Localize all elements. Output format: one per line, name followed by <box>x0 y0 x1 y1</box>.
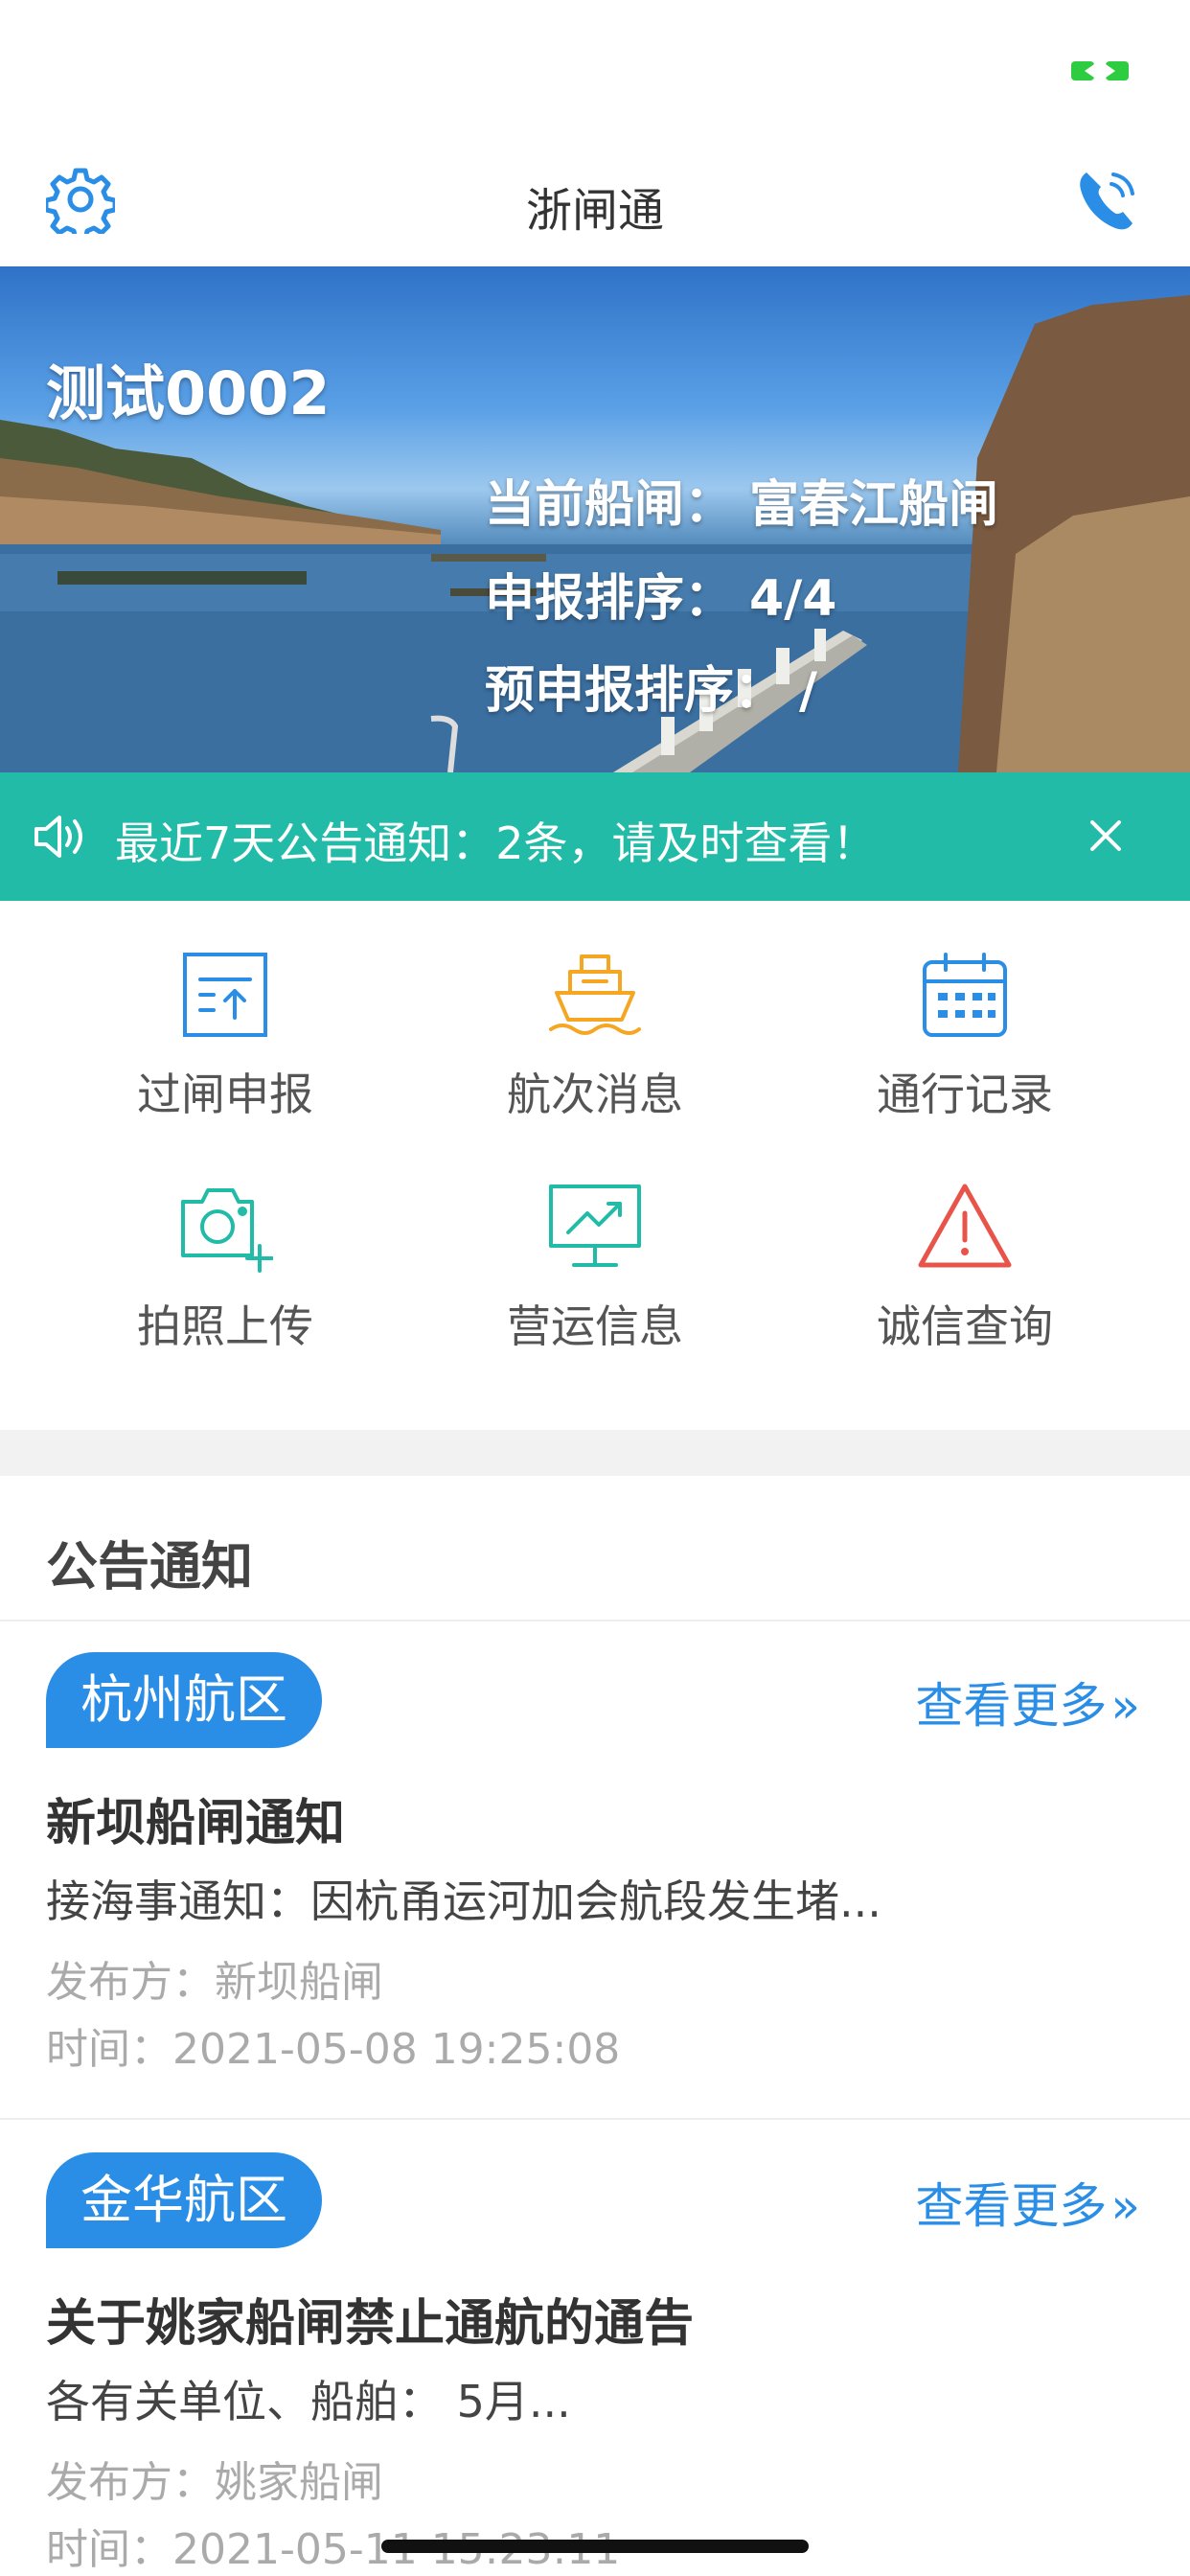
announcement-publisher: 发布方：新坝船闸 <box>46 1958 383 2007</box>
status-bar <box>0 0 1190 144</box>
nav-bar: 浙闸通 <box>0 144 1190 266</box>
page-title: 浙闸通 <box>525 184 664 238</box>
section-divider <box>0 1430 1190 1476</box>
announcement-title: 新坝船闸通知 <box>46 1795 346 1852</box>
divider <box>0 2118 1190 2120</box>
announcements-title: 公告通知 <box>46 1536 253 1597</box>
grid-item-credit-query[interactable]: 诚信查询 <box>781 1181 1149 1392</box>
grid-label: 航次消息 <box>507 1069 683 1120</box>
grid-item-lock-report[interactable]: 过闸申报 <box>41 949 409 1160</box>
upload-document-icon <box>183 953 267 1037</box>
pre-report-order-label: 预申报排序： <box>485 662 785 720</box>
double-chevron-right-icon: » <box>1110 1678 1140 1734</box>
announcement-time: 时间：2021-05-08 19:25:08 <box>46 2025 621 2074</box>
grid-item-voyage-message[interactable]: 航次消息 <box>411 949 779 1160</box>
report-order-label: 申报排序： <box>485 570 735 628</box>
report-order: 申报排序： 4/4 <box>485 558 836 630</box>
view-more-link[interactable]: 查看更多» <box>915 2168 1140 2237</box>
warning-icon <box>918 1184 1012 1268</box>
notice-bar[interactable]: 最近7天公告通知：2条，请及时查看！ <box>0 772 1190 901</box>
grid-label: 拍照上传 <box>137 1300 313 1352</box>
battery-icon <box>1071 61 1129 80</box>
notice-text: 最近7天公告通知：2条，请及时查看！ <box>115 817 877 869</box>
camera-plus-icon <box>181 1188 273 1273</box>
speaker-icon <box>34 816 82 858</box>
view-more-label: 查看更多 <box>915 1678 1108 1734</box>
grid-item-photo-upload[interactable]: 拍照上传 <box>41 1181 409 1392</box>
announcement-title: 关于姚家船闸禁止通航的通告 <box>46 2295 695 2353</box>
double-chevron-right-icon: » <box>1110 2178 1140 2234</box>
gear-icon[interactable] <box>46 165 115 234</box>
grid-label: 通行记录 <box>877 1069 1053 1120</box>
pre-report-order-value: / <box>799 662 818 720</box>
announcement-summary: 各有关单位、船舶： 5月... <box>46 2376 571 2427</box>
grid-item-pass-record[interactable]: 通行记录 <box>781 949 1149 1160</box>
calendar-icon <box>923 953 1007 1037</box>
monitor-chart-icon <box>549 1184 641 1267</box>
announcements-header: 公告通知 <box>0 1476 1190 1622</box>
hero-banner: 测试0002 当前船闸： 富春江船闸 申报排序： 4/4 预申报排序： / <box>0 266 1190 772</box>
view-more-label: 查看更多 <box>915 2178 1108 2234</box>
pre-report-order: 预申报排序： / <box>485 650 817 722</box>
region-badge: 杭州航区 <box>46 1652 322 1748</box>
home-indicator[interactable] <box>381 2540 809 2553</box>
grid-label: 过闸申报 <box>137 1069 313 1120</box>
function-grid: 过闸申报 航次消息 通行记录 拍照上传 营运信息 诚信查询 <box>0 901 1190 1430</box>
ship-icon <box>549 954 641 1035</box>
report-order-value: 4/4 <box>749 570 837 628</box>
grid-item-operation-info[interactable]: 营运信息 <box>411 1181 779 1392</box>
announcement-card[interactable]: 杭州航区 查看更多» 新坝船闸通知 接海事通知：因杭甬运河加会航段发生堵... … <box>0 1622 1190 2120</box>
announcement-card[interactable]: 金华航区 查看更多» 关于姚家船闸禁止通航的通告 各有关单位、船舶： 5月...… <box>0 2122 1190 2576</box>
vessel-name: 测试0002 <box>46 358 331 428</box>
phone-icon[interactable] <box>1073 165 1142 234</box>
grid-label: 营运信息 <box>507 1300 683 1352</box>
announcement-summary: 接海事通知：因杭甬运河加会航段发生堵... <box>46 1875 881 1927</box>
close-icon[interactable] <box>1081 811 1131 861</box>
current-lock-label: 当前船闸： <box>485 476 735 534</box>
current-lock: 当前船闸： 富春江船闸 <box>485 464 998 536</box>
announcement-publisher: 发布方：姚家船闸 <box>46 2458 383 2507</box>
view-more-link[interactable]: 查看更多» <box>915 1668 1140 1736</box>
current-lock-value: 富春江船闸 <box>749 476 999 534</box>
grid-label: 诚信查询 <box>877 1300 1053 1352</box>
region-badge: 金华航区 <box>46 2152 322 2248</box>
